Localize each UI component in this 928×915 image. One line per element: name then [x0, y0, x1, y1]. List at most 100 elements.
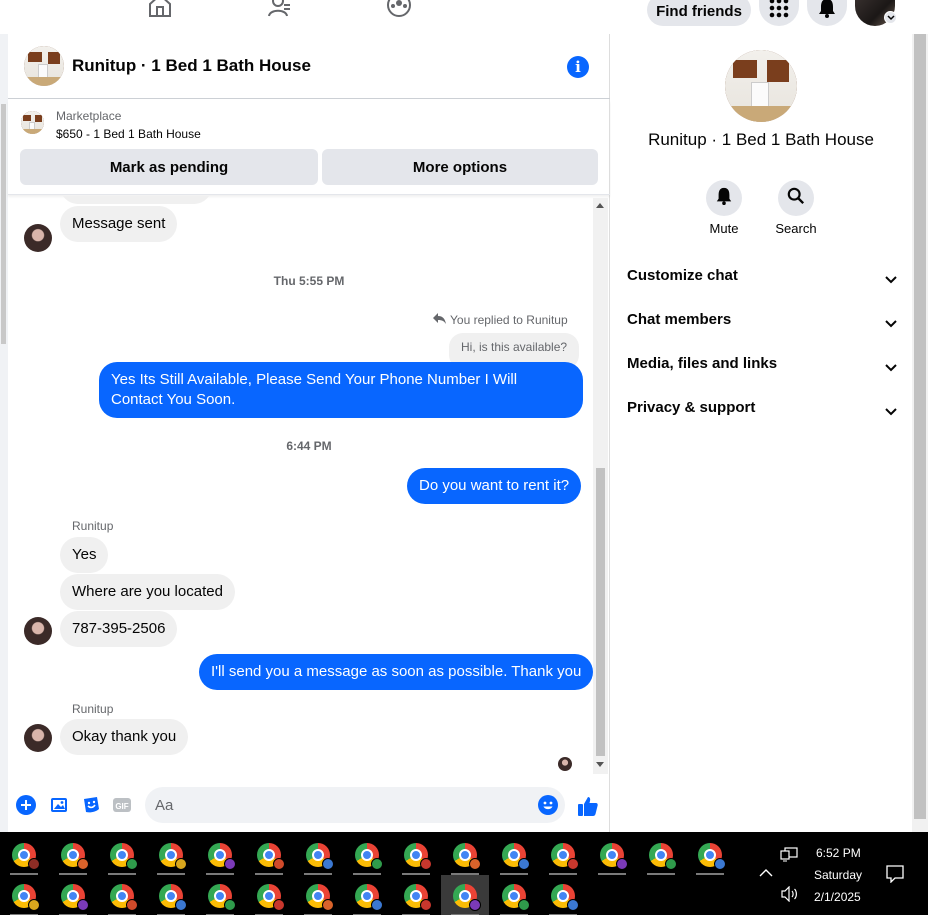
mark-as-pending-button[interactable]: Mark as pending [20, 149, 318, 185]
more-options-button[interactable]: More options [322, 149, 598, 185]
listing-price-title[interactable]: $650 - 1 Bed 1 Bath House [56, 127, 201, 141]
listing-small-thumbnail[interactable] [21, 111, 44, 134]
chrome-icon [159, 883, 187, 911]
chat-members-row[interactable]: Chat members [627, 311, 897, 335]
taskbar-app-chrome[interactable] [539, 834, 587, 875]
left-scrollbar[interactable] [0, 34, 8, 832]
sender-name: Runitup [72, 702, 114, 716]
taskbar-app-chrome[interactable] [49, 834, 97, 875]
mute-button[interactable]: Mute [694, 180, 754, 236]
chat-panel: Runitup · 1 Bed 1 Bath House i Marketpla… [8, 34, 610, 832]
chevron-up-icon[interactable] [759, 867, 773, 881]
taskbar-app-chrome[interactable] [147, 834, 195, 875]
message-bubble[interactable]: Yes [60, 537, 109, 573]
media-files-links-row[interactable]: Media, files and links [627, 355, 897, 379]
listing-large-thumbnail[interactable] [725, 50, 797, 122]
image-icon[interactable] [49, 795, 69, 815]
volume-icon[interactable] [780, 885, 798, 905]
groups-icon[interactable] [386, 0, 412, 18]
message-bubble[interactable]: Yes Its Still Available, Please Send You… [99, 362, 583, 418]
message-bubble[interactable]: Do you want to rent it? [407, 468, 582, 504]
search-icon [787, 187, 805, 210]
row-label: Chat members [627, 311, 732, 328]
listing-thumbnail[interactable] [24, 46, 64, 86]
taskbar: 6:52 PM Saturday 2/1/2025 [0, 832, 928, 915]
message-input-box[interactable] [145, 787, 565, 823]
contact-avatar[interactable] [24, 224, 52, 252]
find-friends-button[interactable]: Find friends [647, 0, 751, 26]
message-bubble[interactable]: I'll send you a message as soon as possi… [199, 654, 594, 690]
emoji-icon[interactable] [538, 795, 558, 815]
seen-avatar [558, 757, 572, 771]
info-icon[interactable]: i [567, 56, 589, 78]
chrome-icon [551, 883, 579, 911]
taskbar-app-chrome[interactable] [0, 834, 48, 875]
taskbar-app-chrome[interactable] [343, 875, 391, 915]
menu-button[interactable] [759, 0, 799, 26]
taskbar-app-chrome[interactable] [686, 834, 734, 875]
taskbar-app-chrome[interactable] [490, 875, 538, 915]
plus-icon[interactable] [16, 795, 36, 815]
contact-avatar[interactable] [24, 617, 52, 645]
message-scrollbar[interactable] [593, 198, 608, 774]
message-bubble[interactable]: 787-395-2506 [60, 611, 178, 647]
gif-icon[interactable]: GIF [112, 795, 132, 815]
taskbar-app-chrome[interactable] [294, 875, 342, 915]
sticker-icon[interactable] [81, 795, 101, 815]
chrome-icon [551, 842, 579, 870]
notifications-button[interactable] [807, 0, 847, 26]
taskbar-app-chrome[interactable] [294, 834, 342, 875]
chrome-icon [502, 883, 530, 911]
friends-icon[interactable] [267, 0, 293, 18]
taskbar-app-chrome[interactable] [588, 834, 636, 875]
page-scrollbar[interactable] [912, 34, 928, 832]
chrome-icon [355, 883, 383, 911]
message-bubble[interactable]: Message sent [60, 206, 178, 242]
taskbar-app-chrome[interactable] [245, 834, 293, 875]
taskbar-app-chrome[interactable] [392, 834, 440, 875]
thumbs-up-icon[interactable] [577, 795, 599, 817]
taskbar-app-chrome[interactable] [245, 875, 293, 915]
chrome-icon [306, 842, 334, 870]
chrome-icon [306, 883, 334, 911]
taskbar-app-chrome[interactable] [637, 834, 685, 875]
clock-time[interactable]: 6:52 PM [816, 846, 861, 860]
message-input[interactable] [155, 787, 525, 823]
taskbar-app-chrome[interactable] [441, 875, 489, 915]
taskbar-app-chrome[interactable] [49, 875, 97, 915]
taskbar-app-chrome[interactable] [147, 875, 195, 915]
chat-title[interactable]: Runitup · 1 Bed 1 Bath House [72, 56, 311, 76]
taskbar-app-chrome[interactable] [98, 834, 146, 875]
notification-icon[interactable] [886, 865, 904, 886]
clock-day[interactable]: Saturday [814, 868, 862, 882]
taskbar-app-chrome[interactable] [196, 834, 244, 875]
search-button[interactable]: Search [766, 180, 826, 236]
message-bubble[interactable]: Where are you located [60, 574, 235, 610]
contact-avatar[interactable] [24, 724, 52, 752]
customize-chat-row[interactable]: Customize chat [627, 267, 897, 291]
taskbar-app-chrome[interactable] [98, 875, 146, 915]
home-icon[interactable] [147, 0, 173, 18]
svg-text:GIF: GIF [115, 802, 128, 811]
taskbar-app-chrome[interactable] [196, 875, 244, 915]
network-icon[interactable] [780, 846, 798, 865]
row-label: Media, files and links [627, 355, 778, 372]
row-label: Privacy & support [627, 399, 756, 416]
taskbar-app-chrome[interactable] [490, 834, 538, 875]
clock-date[interactable]: 2/1/2025 [814, 890, 861, 904]
chrome-icon [355, 842, 383, 870]
chevron-down-icon [885, 403, 897, 420]
account-avatar[interactable] [855, 0, 897, 26]
chrome-icon [453, 842, 481, 870]
taskbar-app-chrome[interactable] [343, 834, 391, 875]
taskbar-app-chrome[interactable] [392, 875, 440, 915]
message-bubble[interactable]: Okay thank you [60, 719, 189, 755]
taskbar-app-chrome[interactable] [0, 875, 48, 915]
chevron-down-icon [884, 11, 897, 24]
chat-details-panel: Runitup · 1 Bed 1 Bath House Mute Search… [611, 34, 911, 832]
taskbar-app-chrome[interactable] [441, 834, 489, 875]
taskbar-app-chrome[interactable] [539, 875, 587, 915]
chrome-icon [698, 842, 726, 870]
privacy-support-row[interactable]: Privacy & support [627, 399, 897, 423]
chrome-icon [600, 842, 628, 870]
